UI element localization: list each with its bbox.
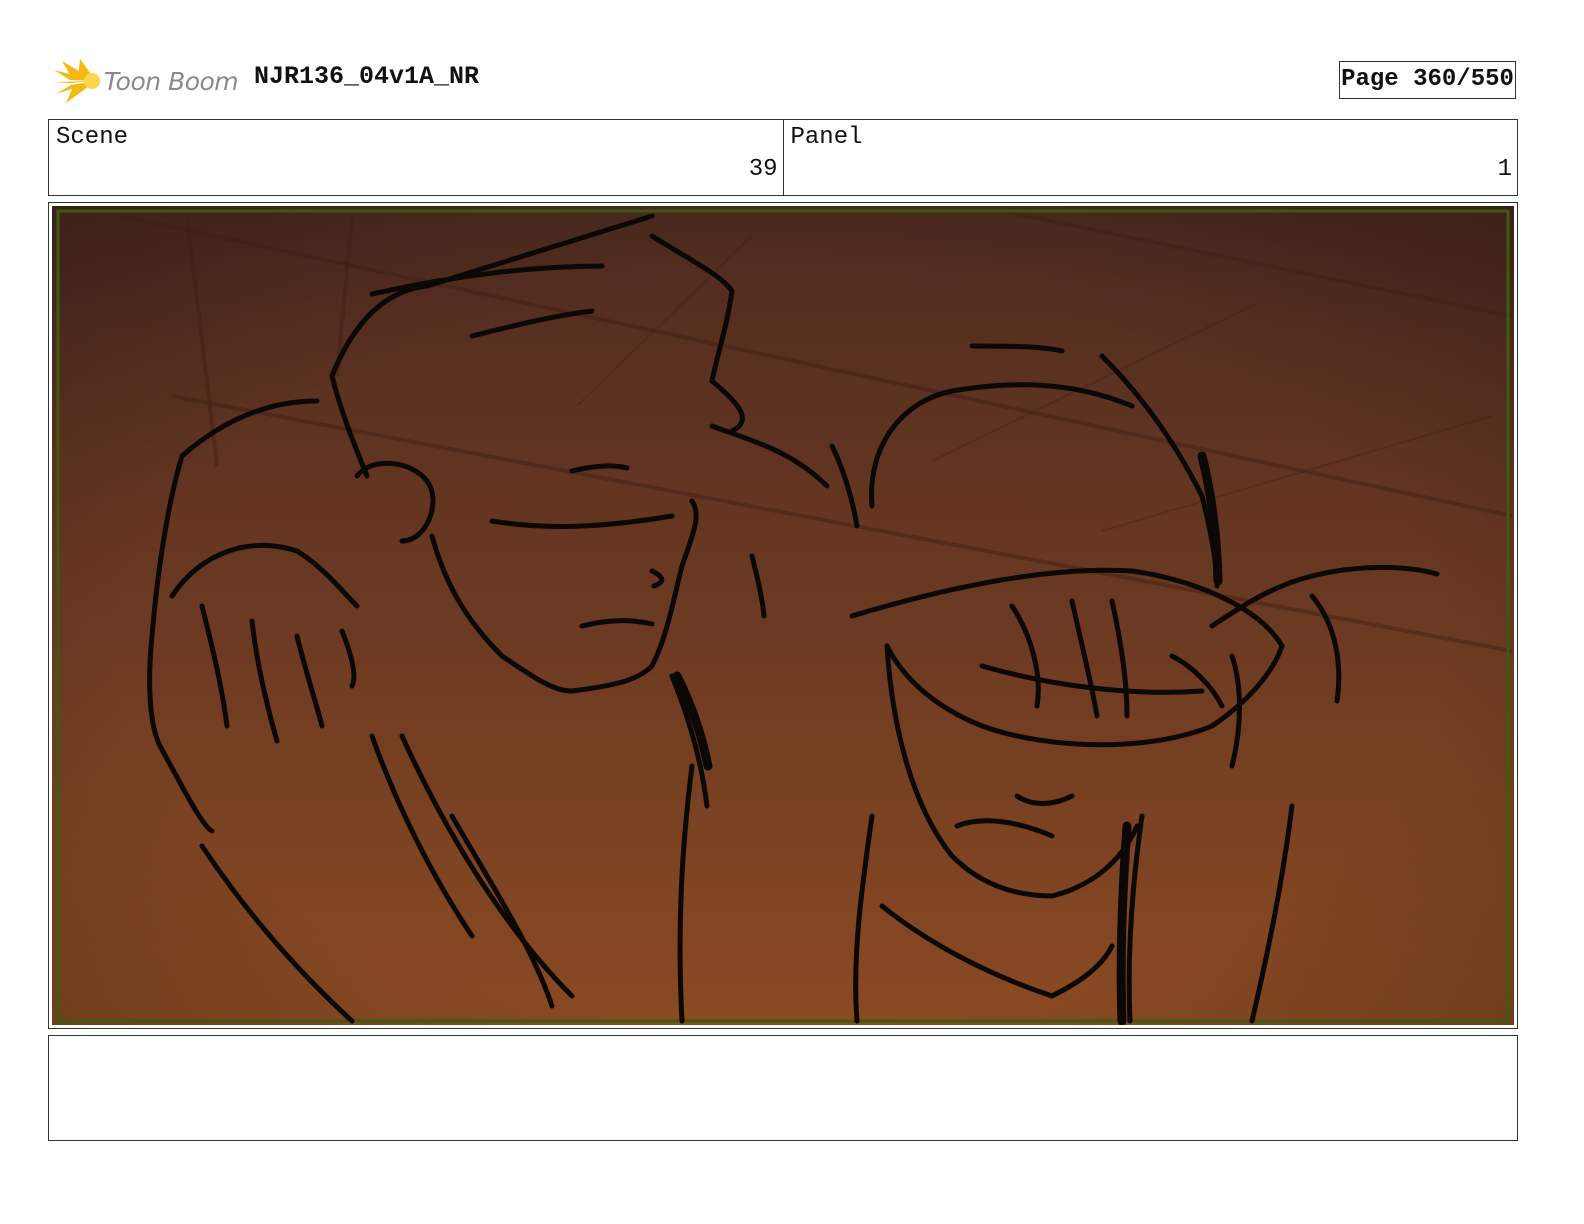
panel-number: 1: [1497, 156, 1512, 183]
storyboard-frame: [48, 202, 1518, 1029]
document-title: NJR136_04v1A_NR: [254, 62, 480, 91]
logo-text: Toon Boom: [104, 66, 239, 96]
toon-boom-logo: Toon Boom: [52, 56, 242, 106]
panel-label: Panel: [790, 124, 863, 151]
starburst-icon: [52, 59, 100, 103]
scene-label: Scene: [56, 124, 129, 151]
scene-number: 39: [748, 156, 778, 183]
page-indicator: Page 360/550: [1339, 61, 1516, 99]
notes-box: [48, 1035, 1518, 1141]
scene-panel-info: Scene 39 Panel 1: [48, 119, 1518, 196]
storyboard-panel-image: [52, 206, 1514, 1025]
scene-cell: Scene 39: [49, 120, 783, 195]
panel-cell: Panel 1: [782, 120, 1518, 195]
